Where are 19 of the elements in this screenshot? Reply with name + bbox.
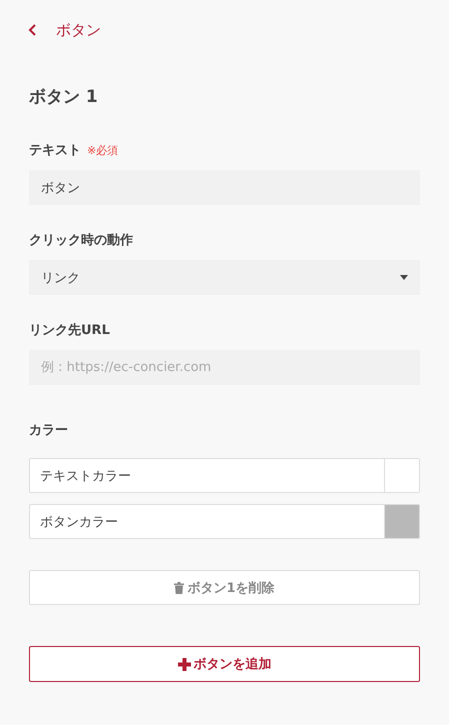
caret-icon	[400, 275, 408, 280]
add-button[interactable]: ボタンを追加	[29, 646, 420, 682]
plus-icon	[178, 658, 190, 670]
trash-icon	[174, 582, 184, 594]
input-field[interactable]: ボタン	[29, 170, 420, 205]
page-title: ボタン	[56, 20, 101, 40]
field-label: リンク先URL	[29, 322, 110, 339]
select-field[interactable]: リンク	[29, 260, 420, 295]
delete-button[interactable]: ボタン1を削除	[29, 570, 420, 605]
color-label: テキストカラー	[39, 468, 132, 486]
field-label: テキスト	[29, 142, 81, 159]
color-label: ボタンカラー	[39, 514, 119, 532]
field-label: カラー	[29, 422, 68, 439]
section-title: ボタン 1	[29, 86, 99, 108]
color-swatch[interactable]	[384, 505, 419, 538]
color-swatch[interactable]	[384, 459, 419, 492]
field-label: クリック時の動作	[29, 232, 133, 249]
input-field[interactable]: 例 : https://ec-concier.com	[29, 350, 420, 385]
required-mark: ※必須	[87, 143, 118, 158]
